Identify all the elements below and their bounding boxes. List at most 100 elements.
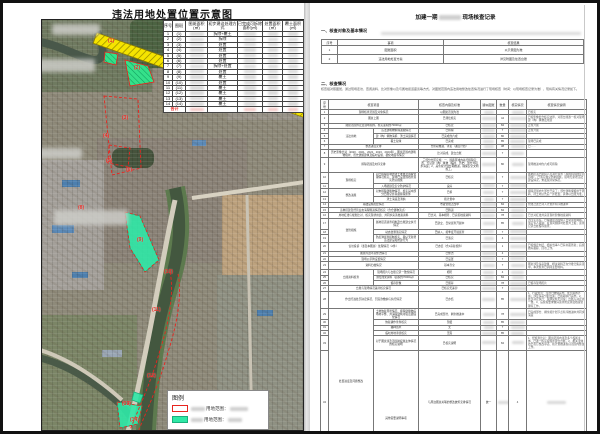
cell-c-redacted <box>509 262 527 270</box>
cell-no: 2 <box>321 115 329 123</box>
cell-count: 44 <box>497 115 509 123</box>
cell-a-redacted <box>481 262 497 270</box>
cell-category: 监管措施 <box>329 218 374 243</box>
cell-c-redacted <box>509 172 527 183</box>
cell-c-redacted <box>509 309 527 320</box>
table-row: 2 违法用地处置方案 详见附图及处置台账 <box>322 55 584 64</box>
legend-item-1-text: 用地范围： <box>191 406 248 412</box>
cell-c-redacted <box>509 150 527 158</box>
cell-category: 台账资料核查 <box>329 270 374 286</box>
cell-count: 85 <box>497 291 509 308</box>
cell-a-redacted <box>481 115 497 123</box>
table-header-row: 序号图斑图斑面积(㎡)初步建议处理方式已完成可拆除面积(㎡)处置面积(㎡)覆土面… <box>164 21 304 32</box>
cell-no: 10 <box>321 172 329 183</box>
table-row: 8历史影像比对（2020、2021、2022、2023、2024年），图斑范围内… <box>321 150 587 158</box>
cell-item: 属地街道巡查机制及台账建立执行情况 <box>374 218 419 229</box>
table-row: 10现场核实对已拆除区域的渣土堆放及围蔽管理情况核实、现场已设置围挡并落实防尘措… <box>321 172 587 183</box>
legend-item-teal-area: 用地范围： <box>172 415 264 424</box>
cell-no: 28 <box>321 291 329 308</box>
cell-no: 20 <box>321 243 329 251</box>
cell-item: 拆除范围及时序安排 <box>329 158 419 172</box>
cell-no: 29 <box>321 309 329 320</box>
green-hatched-plot-1 <box>104 52 118 65</box>
cell-count: 7 <box>497 150 509 158</box>
map-plot-label: (10) <box>164 270 173 275</box>
cell-count: 78 <box>497 309 509 320</box>
map-plot-label: (4) <box>103 134 109 139</box>
cell-a-redacted <box>497 350 509 434</box>
legend-item-2-text: 用地范围： <box>191 417 242 423</box>
cell-c-redacted <box>527 350 587 434</box>
cell-category: 违法用地 <box>329 128 374 144</box>
legend-item-red-boundary: 用地范围： <box>172 404 264 413</box>
cell-standard: 比对完成、建立台账 <box>419 150 481 158</box>
column-header: 序号 <box>164 21 173 32</box>
cell-a-redacted <box>481 291 497 308</box>
left-page-map-sheet: 违法用地处置位置示意图 <box>6 3 304 431</box>
cell-a-redacted <box>481 235 497 243</box>
cell-result: 以示意图为准 <box>444 46 584 55</box>
cell-no: 17 <box>321 218 329 229</box>
table-header-row: 序号核查项目核查内容及标准疑似图斑数量核实情况核查情况说明 <box>321 100 587 110</box>
cell-a-redacted <box>481 150 497 158</box>
cell-a-redacted <box>481 158 497 172</box>
cell-item: 历史影像比对（2020、2021、2022、2023、2024年），图斑范围内建… <box>329 150 419 158</box>
legend-swatch-teal-fill <box>172 416 188 423</box>
right-page-inspection-record: 加建一期 现场核查记录 一、核查对象及基本情况 序号事项核查结果 1 图斑面积 … <box>311 3 600 434</box>
cell-category: 整改进展 <box>329 189 374 203</box>
cell-a-redacted <box>481 243 497 251</box>
legend-title: 图例 <box>172 393 264 402</box>
cell-note: 已按影像套合核实边界，对照台账逐一核对现场建（构）筑物及用途 <box>527 115 587 123</box>
cell-no: 12 <box>321 189 329 197</box>
map-plot-label: (11) <box>152 308 161 313</box>
cell-category: 其他需要说明事项 <box>374 350 419 434</box>
title-redaction <box>439 15 461 20</box>
map-redaction-2 <box>41 59 95 72</box>
cell-count: 4 <box>509 350 527 434</box>
table-row: 1 图斑面积 以示意图为准 <box>322 46 584 55</box>
column-header: 核查情况说明 <box>527 100 587 110</box>
column-header: 处置面积(㎡) <box>263 21 283 32</box>
cell-no: 19 <box>321 235 329 243</box>
table-row: 23资料归档情况基本齐全7图斑涉及多宗建筑、相关资料正在分批归集完善中，本次核查… <box>321 262 587 270</box>
basic-info-table: 序号事项核查结果 1 图斑面积 以示意图为准 2 违法用地处置方案 详见附图及处… <box>321 39 584 64</box>
section-2-paragraph: 核查组对照图斑，通过现场走访、查阅资料、比对影像以及与属地街道座谈等方式，对图斑… <box>321 88 585 92</box>
table-row: 28作出行政处罚决定情况、罚没款缴纳与执行情况已办结851、行政处罚：罚款已缴纳… <box>321 291 587 308</box>
column-header: 图斑 <box>173 21 186 32</box>
map-plot-label: (6) <box>126 168 132 173</box>
scanned-document-pair: 违法用地处置位置示意图 <box>0 0 600 434</box>
table-row: 20信访投诉（涉及本图斑）处理情况（2件）已办结（含1宗复核件）1已按规定办结、… <box>321 243 587 251</box>
inspection-items-table: 序号核查项目核查内容及标准疑似图斑数量核实情况核查情况说明1现场核查范围及对象情… <box>320 99 587 434</box>
plot-disposal-table: 序号图斑图斑面积(㎡)初步建议处理方式已完成可拆除面积(㎡)处置面积(㎡)覆土面… <box>163 20 304 113</box>
cell-count: 7 <box>497 189 509 197</box>
cell-standard: 已办结（含1宗复核件） <box>419 243 481 251</box>
cell-note <box>527 235 587 243</box>
river-northwest <box>42 32 103 60</box>
cell-item: 防反弹巡查机制核实、确认无新增违法建设和抢建行为 <box>374 235 419 243</box>
cell-standard: 已核实 <box>419 172 481 183</box>
cell-standard: 已落实 <box>419 235 481 243</box>
column-header: 初步建议处理方式 <box>208 21 238 32</box>
cell-a-redacted <box>481 218 497 229</box>
cell-no: 8 <box>321 150 329 158</box>
cell-item: 信访投诉（涉及本图斑）处理情况（2件） <box>329 243 419 251</box>
cell-note: 图斑涉及多宗建筑、相关资料正在分批归集完善中，本次核查已调阅主要材料。 <box>527 262 587 270</box>
cell-c-redacted <box>509 189 527 197</box>
cell-count: 85 <box>497 218 509 229</box>
cell-c-redacted <box>509 218 527 229</box>
map-plot-label: (5) <box>106 159 112 164</box>
cell-note: 已完成部分、剩余按计划节点有序推进中并同步清运 <box>527 309 587 320</box>
cell-item: 土地恢复原状情况、拆除建筑物后场地平整、并清除建筑垃圾及硬底化情况 <box>374 309 419 320</box>
cell-item: 作出行政处罚决定情况、罚没款缴纳与执行情况 <box>329 291 419 308</box>
cell-no: 23 <box>321 262 329 270</box>
cell-a-redacted <box>481 172 497 183</box>
column-header: 核查项目 <box>329 100 419 110</box>
cell-standard: 基本齐全 <box>419 262 481 270</box>
table-row: 2图斑上图已测绘核实44已按影像套合核实边界，对照台账逐一核对现场建（构）筑物及… <box>321 115 587 123</box>
green-hatched-plot-2 <box>125 60 154 86</box>
cell-a-redacted <box>481 336 497 350</box>
column-header: 序号 <box>321 100 329 110</box>
column-header: 疑似图斑 <box>481 100 497 110</box>
map-plot-label: (13) <box>122 402 131 407</box>
table-row: 9拆除范围及时序安排三部分分区实施：一、围蔽区域内先行拆除空置、无证建（构）筑物… <box>321 158 587 172</box>
